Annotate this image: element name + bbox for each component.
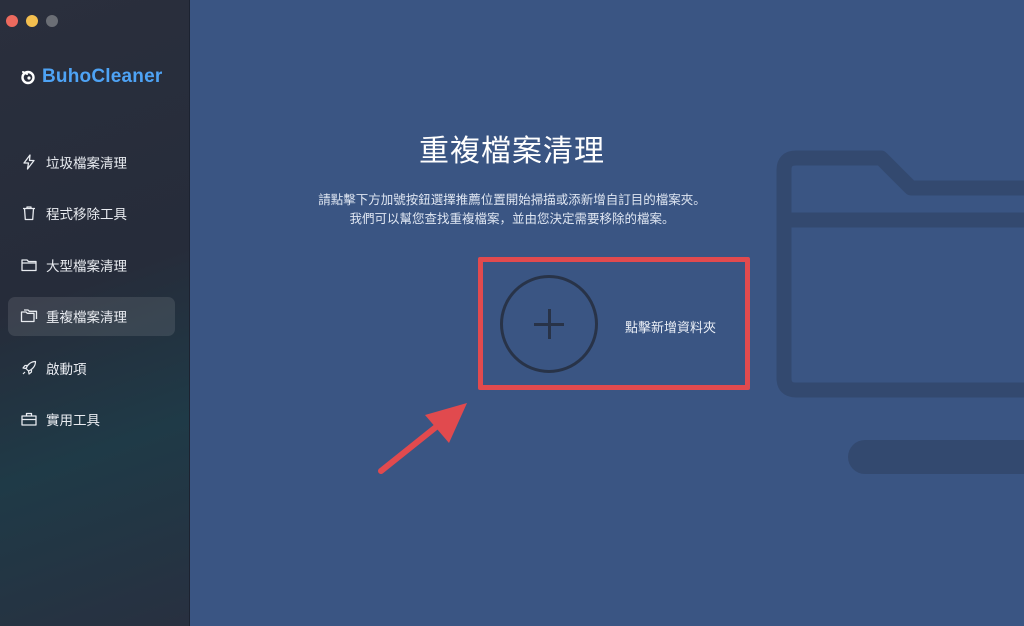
folder-icon — [20, 256, 38, 274]
minimize-window-button[interactable] — [26, 15, 38, 27]
window-controls — [6, 15, 58, 27]
main-content: 重複檔案清理 請點擊下方加號按鈕選擇推薦位置開始掃描或添新增自訂目的檔案夾。 我… — [191, 0, 1024, 626]
toolbox-icon — [20, 410, 38, 428]
sidebar-item-label: 實用工具 — [46, 413, 100, 429]
add-folder-button[interactable] — [500, 275, 598, 373]
rocket-icon — [20, 359, 38, 377]
brand: BuhoCleaner — [20, 66, 162, 88]
sidebar-item-label: 大型檔案清理 — [46, 258, 127, 275]
page-description: 請點擊下方加號按鈕選擇推薦位置開始掃描或添新增自訂目的檔案夾。 我們可以幫您查找… — [191, 190, 1024, 228]
trash-icon — [20, 204, 38, 222]
sidebar-item-label: 啟動項 — [46, 361, 87, 378]
sidebar-item-startup-items[interactable]: 啟動項 — [8, 348, 175, 387]
brand-name: BuhoCleaner — [42, 66, 163, 87]
add-folder-label[interactable]: 點擊新增資料夾 — [625, 317, 716, 336]
close-window-button[interactable] — [6, 15, 18, 27]
lightning-icon — [20, 153, 38, 171]
sidebar-item-label: 程式移除工具 — [46, 207, 127, 223]
sidebar-nav: 垃圾檔案清理 程式移除工具 大型檔案清理 重複檔案清理 啟動項 實用工具 — [8, 142, 175, 451]
plus-icon-vertical — [547, 309, 551, 339]
duplicate-folder-icon — [20, 307, 38, 325]
description-line-2: 我們可以幫您查找重複檔案，並由您決定需要移除的檔案。 — [349, 211, 675, 226]
sidebar: BuhoCleaner 垃圾檔案清理 程式移除工具 大型檔案清理 重複檔案清理 … — [0, 0, 190, 626]
app-window: BuhoCleaner 垃圾檔案清理 程式移除工具 大型檔案清理 重複檔案清理 … — [0, 0, 1024, 626]
annotation-arrow-icon — [378, 403, 467, 474]
sidebar-item-label: 重複檔案清理 — [46, 310, 127, 326]
sidebar-item-large-files[interactable]: 大型檔案清理 — [8, 245, 175, 284]
sidebar-item-junk-cleanup[interactable]: 垃圾檔案清理 — [8, 142, 175, 181]
sidebar-item-toolkit[interactable]: 實用工具 — [8, 400, 175, 439]
maximize-window-button[interactable] — [46, 15, 58, 27]
sidebar-item-app-uninstaller[interactable]: 程式移除工具 — [8, 194, 175, 233]
sidebar-item-label: 垃圾檔案清理 — [46, 155, 127, 172]
description-line-1: 請點擊下方加號按鈕選擇推薦位置開始掃描或添新增自訂目的檔案夾。 — [318, 192, 706, 207]
brand-logo-icon — [21, 70, 35, 85]
page-title: 重複檔案清理 — [419, 134, 605, 169]
sidebar-item-duplicate-files[interactable]: 重複檔案清理 — [8, 296, 175, 336]
